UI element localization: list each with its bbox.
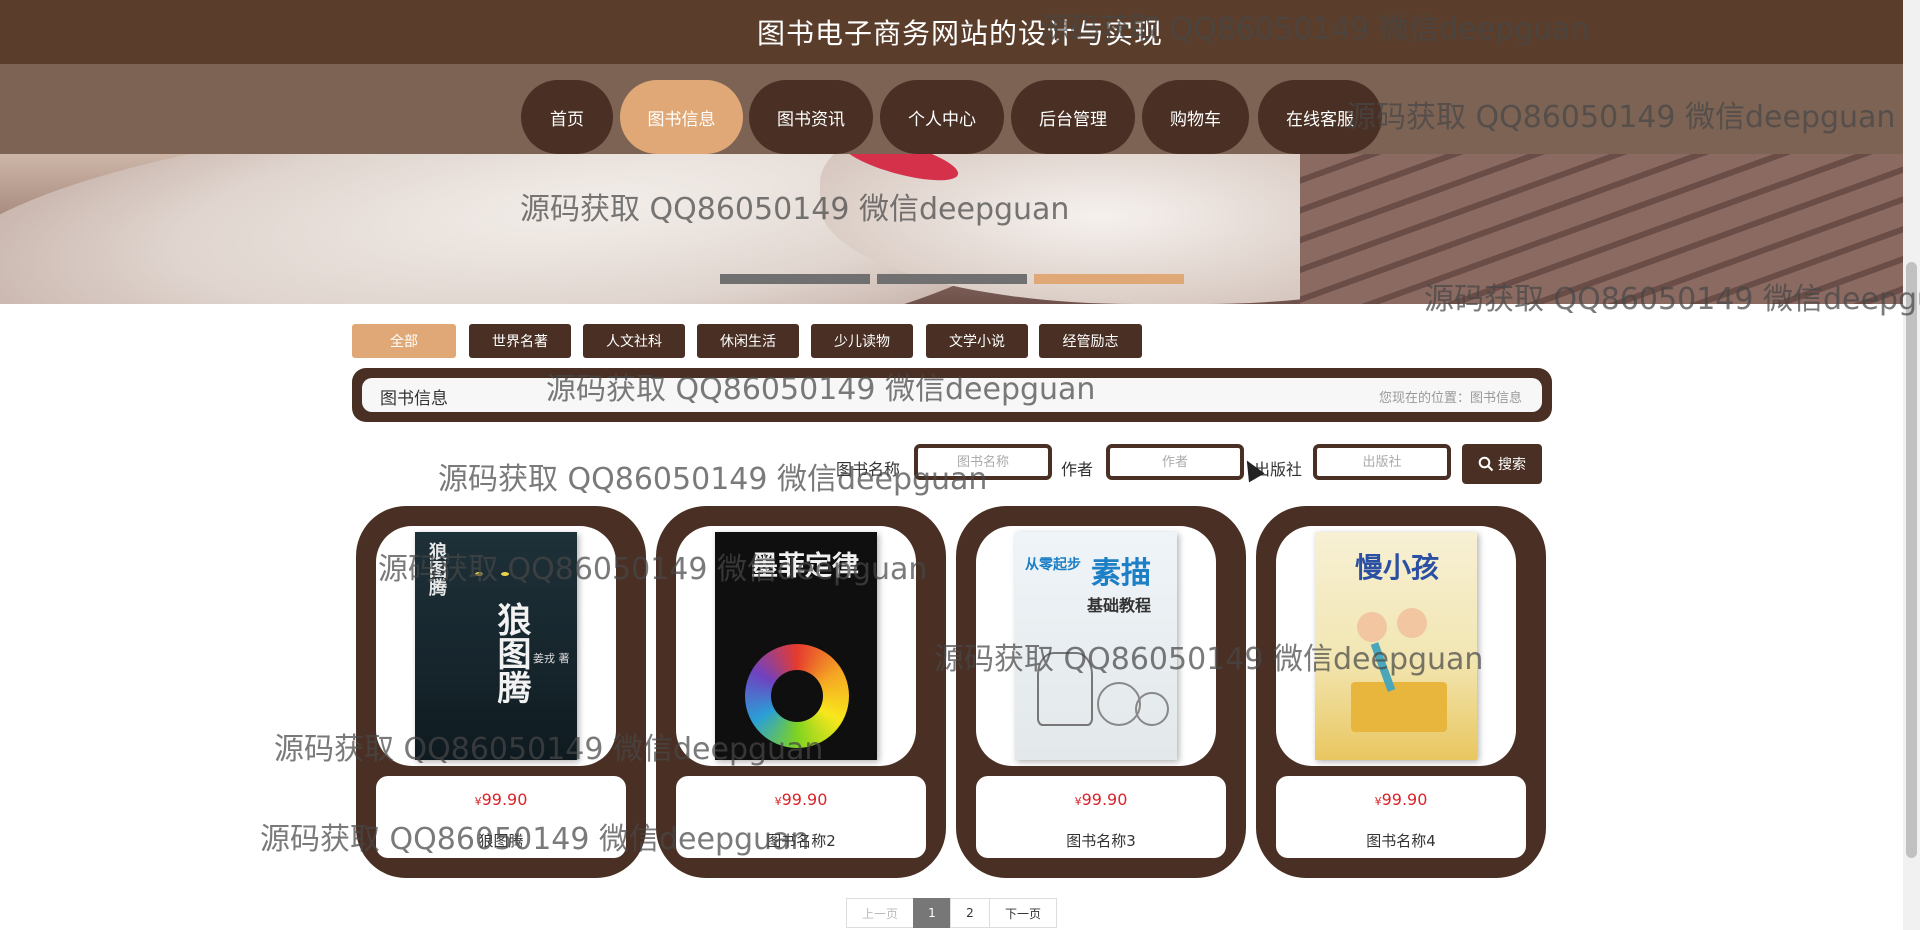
nav-home[interactable]: 首页 (521, 80, 613, 154)
pagination-page-1[interactable]: 1 (913, 898, 951, 928)
search-button-label: 搜索 (1498, 457, 1526, 473)
book-price: ¥99.90 (1276, 790, 1526, 809)
book-cover-image: 狼图腾 狼图腾 姜戎 著 (415, 532, 577, 760)
book-card[interactable]: 从零起步 素描 基础教程 ¥99.90 图书名称3 (956, 506, 1246, 878)
nav-online-service[interactable]: 在线客服 (1258, 80, 1382, 154)
book-name[interactable]: 图书名称3 (976, 830, 1226, 851)
book-card[interactable]: 慢小孩 ¥99.90 图书名称4 (1256, 506, 1546, 878)
book-name[interactable]: 图书名称4 (1276, 830, 1526, 851)
breadcrumb: 图书信息 您现在的位置：图书信息 (362, 378, 1542, 412)
book-card[interactable]: 狼图腾 狼图腾 姜戎 著 ¥99.90 狼图腾 (356, 506, 646, 878)
search-button[interactable]: 搜索 (1462, 444, 1542, 484)
cover-title: 慢小孩 (1355, 551, 1440, 584)
book-cover[interactable]: 狼图腾 狼图腾 姜戎 著 (376, 526, 616, 766)
cover-vertical-title: 狼图腾 (426, 542, 447, 596)
category-fiction[interactable]: 文学小说 (926, 324, 1028, 358)
site-title: 图书电子商务网站的设计与实现 (756, 17, 1163, 50)
page-title: 图书信息 (380, 389, 448, 409)
nav-personal-center[interactable]: 个人中心 (880, 80, 1004, 154)
publisher-input[interactable] (1313, 444, 1451, 480)
cover-child-face-2 (1397, 608, 1427, 638)
category-leisure[interactable]: 休闲生活 (697, 324, 799, 358)
category-all[interactable]: 全部 (352, 324, 456, 358)
watermark: 源码获取 QQ86050149 微信deepguan (438, 462, 988, 497)
book-price: ¥99.90 (376, 790, 626, 809)
price-value: 99.90 (1381, 790, 1428, 809)
site-header: 图书电子商务网站的设计与实现 (0, 0, 1920, 64)
cover-title: 狼图腾 (491, 602, 531, 704)
currency-symbol: ¥ (474, 795, 482, 808)
currency-symbol: ¥ (1374, 795, 1382, 808)
cover-author: 姜戎 著 (533, 652, 570, 665)
wolf-eye-right (501, 572, 509, 576)
currency-symbol: ¥ (1074, 795, 1082, 808)
book-price: ¥99.90 (976, 790, 1226, 809)
cover-title: 墨菲定律 (751, 551, 859, 582)
book-info: ¥99.90 图书名称4 (1276, 776, 1526, 858)
search-icon (1478, 456, 1494, 472)
cover-child-face-1 (1357, 612, 1387, 642)
banner-image-wood (1300, 154, 1920, 304)
book-info: ¥99.90 图书名称3 (976, 776, 1226, 858)
cover-subtitle: 基础教程 (1087, 596, 1152, 615)
carousel-dot-2[interactable] (877, 274, 1027, 284)
book-name[interactable]: 图书名称2 (676, 830, 926, 851)
cover-sketch-ball (1135, 692, 1169, 726)
nav-admin[interactable]: 后台管理 (1011, 80, 1135, 154)
price-value: 99.90 (481, 790, 528, 809)
cover-small-title: 从零起步 (1025, 557, 1081, 573)
pagination-next[interactable]: 下一页 (989, 898, 1057, 928)
cover-illustration-basket (1351, 682, 1447, 732)
book-cover-image: 慢小孩 (1315, 532, 1477, 760)
nav-cart[interactable]: 购物车 (1142, 80, 1249, 154)
category-business[interactable]: 经管励志 (1039, 324, 1142, 358)
book-name[interactable]: 狼图腾 (376, 830, 626, 851)
category-humanities[interactable]: 人文社科 (583, 324, 685, 358)
nav-book-info[interactable]: 图书信息 (620, 80, 743, 154)
carousel-dot-1[interactable] (720, 274, 870, 284)
book-price: ¥99.90 (676, 790, 926, 809)
book-info: ¥99.90 图书名称2 (676, 776, 926, 858)
carousel-dot-3[interactable] (1034, 274, 1184, 284)
cover-sketch-kettle (1037, 652, 1093, 726)
breadcrumb-bar: 图书信息 您现在的位置：图书信息 (352, 368, 1552, 422)
cover-sketch-apple (1097, 682, 1141, 726)
wolf-eye-left (475, 572, 483, 576)
book-card[interactable]: 墨菲定律 ¥99.90 图书名称2 (656, 506, 946, 878)
pagination-page-2[interactable]: 2 (950, 898, 990, 928)
book-cover[interactable]: 从零起步 素描 基础教程 (976, 526, 1216, 766)
scrollbar-thumb[interactable] (1906, 262, 1917, 858)
nav-book-news[interactable]: 图书资讯 (749, 80, 873, 154)
cover-title: 素描 (1091, 556, 1151, 591)
book-name-label: 图书名称 (836, 460, 901, 479)
book-cover[interactable]: 墨菲定律 (676, 526, 916, 766)
author-label: 作者 (1061, 460, 1094, 479)
book-cover-image: 墨菲定律 (715, 532, 877, 760)
category-children[interactable]: 少儿读物 (811, 324, 913, 358)
book-cover[interactable]: 慢小孩 (1276, 526, 1516, 766)
book-info: ¥99.90 狼图腾 (376, 776, 626, 858)
price-value: 99.90 (781, 790, 828, 809)
cover-color-wheel-center (771, 670, 823, 722)
author-input[interactable] (1106, 444, 1244, 480)
book-cover-image: 从零起步 素描 基础教程 (1015, 532, 1177, 760)
book-name-input[interactable] (914, 444, 1052, 480)
price-value: 99.90 (1081, 790, 1128, 809)
pagination-prev[interactable]: 上一页 (846, 898, 914, 928)
breadcrumb-location: 您现在的位置：图书信息 (1378, 391, 1522, 406)
category-world-classics[interactable]: 世界名著 (469, 324, 571, 358)
currency-symbol: ¥ (774, 795, 782, 808)
